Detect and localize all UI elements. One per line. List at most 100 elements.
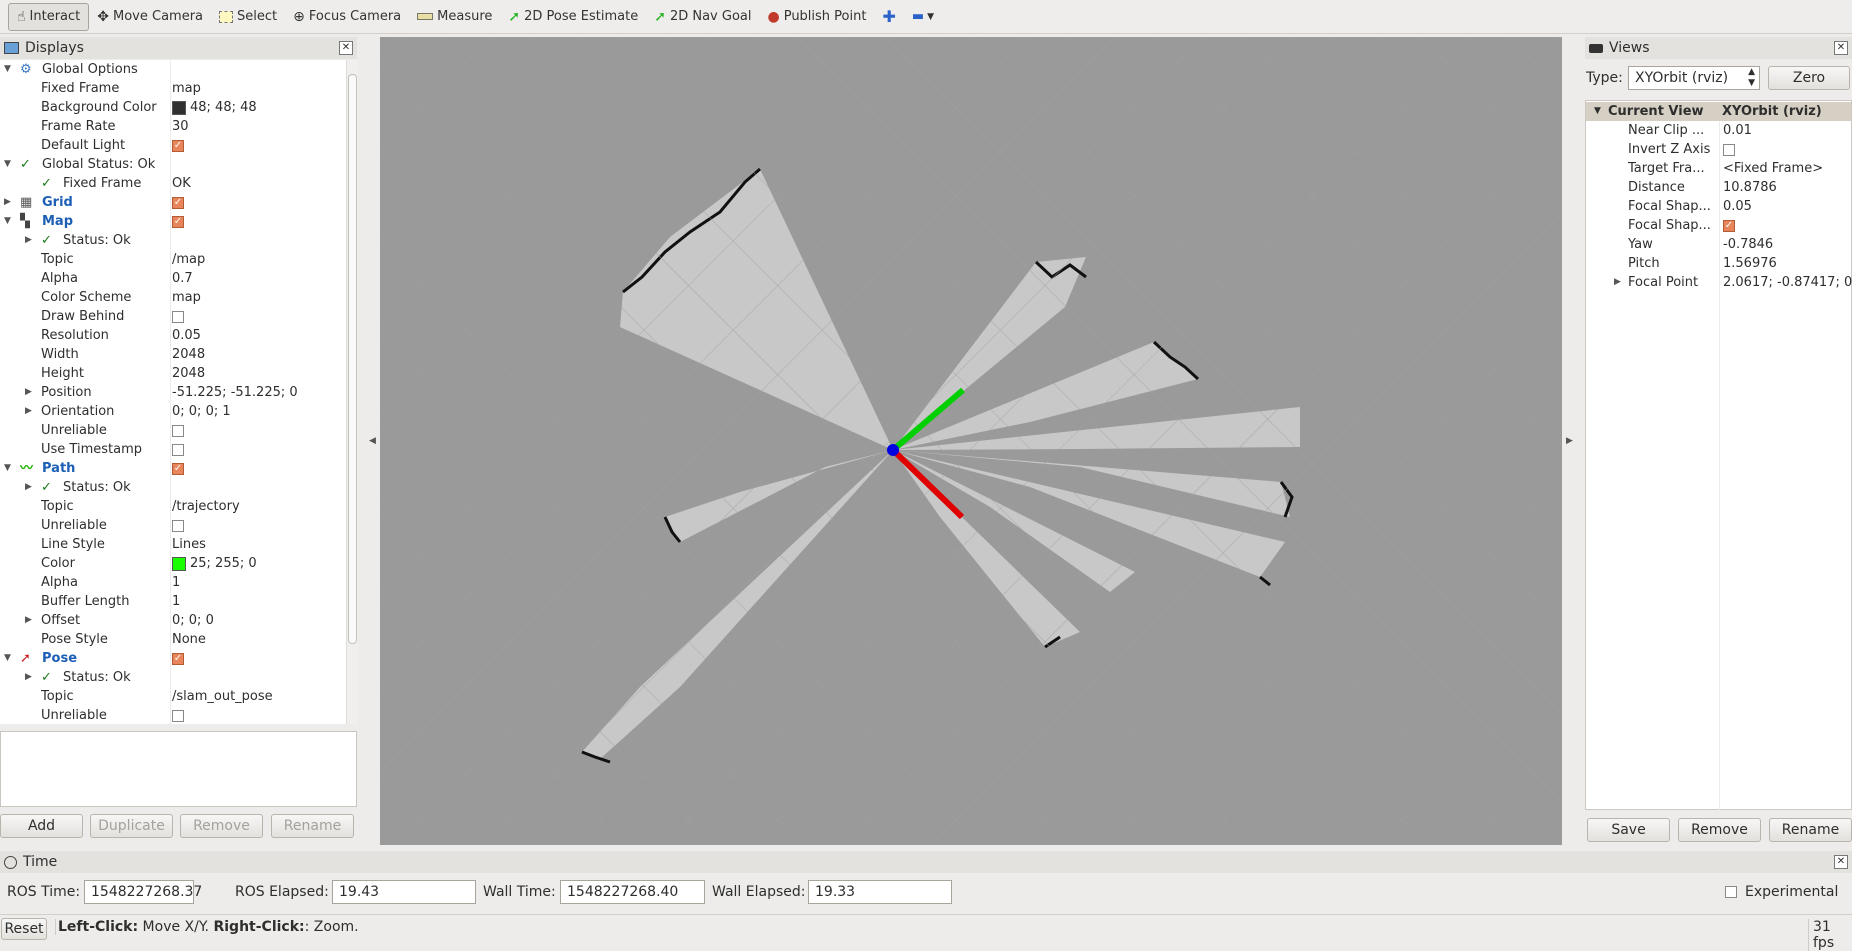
chevron-right-icon[interactable]: ▶ xyxy=(25,611,32,630)
rename-view-button[interactable]: Rename xyxy=(1769,818,1852,842)
tool-focus-camera[interactable]: ⊕ Focus Camera xyxy=(285,3,409,31)
display-row-position[interactable]: ▶ Position -51.225; -51.225; 0 xyxy=(0,383,346,402)
tool-2d-nav-goal[interactable]: ➚ 2D Nav Goal xyxy=(646,3,759,31)
display-row-status-ok[interactable]: ▶ ✓ Status: Ok xyxy=(0,478,346,497)
chevron-down-icon[interactable]: ▼ xyxy=(4,649,11,668)
checkbox[interactable]: ✓ xyxy=(172,139,184,152)
chevron-down-icon[interactable]: ▼ xyxy=(4,60,11,79)
display-row-status-ok[interactable]: ▶ ✓ Status: Ok xyxy=(0,668,346,687)
views-header-row[interactable]: ▼ Current View XYOrbit (rviz) xyxy=(1586,102,1851,121)
wall-time-field[interactable]: 1548227268.40 xyxy=(560,880,705,904)
remove-tool-button[interactable]: ▬ ▼ xyxy=(904,3,942,31)
display-row-pose[interactable]: ▼ ➚ Pose ✓ xyxy=(0,649,346,668)
chevron-right-icon[interactable]: ▶ xyxy=(25,668,32,687)
add-tool-button[interactable]: ✚ xyxy=(874,3,903,31)
ros-elapsed-field[interactable]: 19.43 xyxy=(332,880,476,904)
display-row-height[interactable]: Height 2048 xyxy=(0,364,346,383)
display-row-orientation[interactable]: ▶ Orientation 0; 0; 0; 1 xyxy=(0,402,346,421)
wall-elapsed-field[interactable]: 19.33 xyxy=(808,880,952,904)
add-display-button[interactable]: Add xyxy=(0,814,83,838)
chevron-right-icon[interactable]: ▶ xyxy=(4,193,11,212)
close-icon[interactable]: ✕ xyxy=(339,41,353,55)
display-row-value[interactable]: ✓ xyxy=(172,459,184,478)
display-row-frame-rate[interactable]: Frame Rate 30 xyxy=(0,117,346,136)
display-row-line-style[interactable]: Line Style Lines xyxy=(0,535,346,554)
checkbox[interactable]: ✓ xyxy=(172,196,184,209)
save-view-button[interactable]: Save xyxy=(1587,818,1670,842)
view-row-value[interactable]: ✓ xyxy=(1723,216,1735,235)
remove-display-button[interactable]: Remove xyxy=(180,814,263,838)
display-row-fixed-frame[interactable]: ✓ Fixed Frame OK xyxy=(0,174,346,193)
chevron-down-icon[interactable]: ▼ xyxy=(4,155,11,174)
display-row-topic[interactable]: Topic/trajectory xyxy=(0,497,346,516)
display-row-grid[interactable]: ▶ ▦ Grid ✓ xyxy=(0,193,346,212)
checkbox[interactable]: ✓ xyxy=(1723,219,1735,232)
scrollbar-thumb[interactable] xyxy=(348,74,357,644)
display-row-topic[interactable]: Topic/slam_out_pose xyxy=(0,687,346,706)
render-viewport[interactable] xyxy=(380,37,1562,845)
close-icon[interactable]: ✕ xyxy=(1834,855,1848,869)
display-row-status-ok[interactable]: ▶ ✓ Status: Ok xyxy=(0,231,346,250)
experimental-checkbox[interactable] xyxy=(1725,886,1737,898)
display-row-color-scheme[interactable]: Color Scheme map xyxy=(0,288,346,307)
duplicate-display-button[interactable]: Duplicate xyxy=(90,814,173,838)
checkbox[interactable]: ✓ xyxy=(172,215,184,228)
chevron-right-icon[interactable]: ▶ xyxy=(1614,273,1621,292)
display-row-value[interactable] xyxy=(172,307,184,326)
display-row-value[interactable] xyxy=(172,440,184,459)
display-row-value[interactable] xyxy=(172,706,184,724)
display-row-global-options[interactable]: ▼ ⚙ Global Options xyxy=(0,60,346,79)
view-type-select[interactable]: XYOrbit (rviz) ▲ ▼ xyxy=(1628,66,1760,90)
display-row-buffer-length[interactable]: Buffer Length 1 xyxy=(0,592,346,611)
chevron-down-icon[interactable]: ▼ xyxy=(4,459,11,478)
checkbox[interactable] xyxy=(1723,143,1735,156)
tool-measure[interactable]: Measure xyxy=(409,3,500,31)
chevron-right-icon[interactable]: ▶ xyxy=(25,402,32,421)
display-row-draw-behind[interactable]: Draw Behind xyxy=(0,307,346,326)
display-row-topic[interactable]: Topic/map xyxy=(0,250,346,269)
display-row-unreliable[interactable]: Unreliable xyxy=(0,421,346,440)
display-row-value[interactable] xyxy=(172,516,184,535)
chevron-right-icon[interactable]: ▶ xyxy=(25,383,32,402)
tool-move-camera[interactable]: ✥ Move Camera xyxy=(89,3,211,31)
display-row-value[interactable] xyxy=(172,421,184,440)
reset-button[interactable]: Reset xyxy=(1,918,47,940)
display-row-pose-style[interactable]: Pose Style None xyxy=(0,630,346,649)
zero-view-button[interactable]: Zero xyxy=(1768,66,1850,90)
display-row-default-light[interactable]: Default Light ✓ xyxy=(0,136,346,155)
display-row-alpha[interactable]: Alpha 1 xyxy=(0,573,346,592)
checkbox[interactable] xyxy=(172,310,184,323)
display-row-background-color[interactable]: Background Color 48; 48; 48 xyxy=(0,98,346,117)
display-row-value[interactable]: ✓ xyxy=(172,193,184,212)
display-row-alpha[interactable]: Alpha 0.7 xyxy=(0,269,346,288)
ros-time-field[interactable]: 1548227268.37 xyxy=(84,880,202,904)
color-swatch[interactable] xyxy=(172,100,186,115)
color-swatch[interactable] xyxy=(172,556,186,571)
display-row-path[interactable]: ▼ 〰 Path ✓ xyxy=(0,459,346,478)
display-row-unreliable[interactable]: Unreliable xyxy=(0,516,346,535)
view-row-value[interactable] xyxy=(1723,140,1735,159)
checkbox[interactable] xyxy=(172,709,184,722)
display-row-value[interactable]: ✓ xyxy=(172,649,184,668)
display-row-width[interactable]: Width 2048 xyxy=(0,345,346,364)
tool-select[interactable]: Select xyxy=(211,3,285,31)
checkbox[interactable] xyxy=(172,519,184,532)
tool-interact[interactable]: ☝ Interact xyxy=(8,2,90,31)
display-row-resolution[interactable]: Resolution 0.05 xyxy=(0,326,346,345)
checkbox[interactable]: ✓ xyxy=(172,652,184,665)
display-row-map[interactable]: ▼ ▚ Map ✓ xyxy=(0,212,346,231)
checkbox[interactable] xyxy=(172,443,184,456)
chevron-right-icon[interactable]: ▶ xyxy=(25,231,32,250)
display-row-fixed-frame[interactable]: Fixed Frame map xyxy=(0,79,346,98)
collapse-left-icon[interactable]: ◀ xyxy=(369,436,376,446)
tool-2d-pose-estimate[interactable]: ➚ 2D Pose Estimate xyxy=(500,3,646,31)
chevron-down-icon[interactable]: ▼ xyxy=(1594,102,1601,121)
remove-view-button[interactable]: Remove xyxy=(1678,818,1761,842)
display-row-value[interactable]: ✓ xyxy=(172,212,184,231)
chevron-down-icon[interactable]: ▼ xyxy=(4,212,11,231)
display-row-value[interactable]: ✓ xyxy=(172,136,184,155)
display-row-use-timestamp[interactable]: Use Timestamp xyxy=(0,440,346,459)
displays-scrollbar[interactable] xyxy=(346,60,358,724)
display-row-offset[interactable]: ▶ Offset 0; 0; 0 xyxy=(0,611,346,630)
checkbox[interactable]: ✓ xyxy=(172,462,184,475)
